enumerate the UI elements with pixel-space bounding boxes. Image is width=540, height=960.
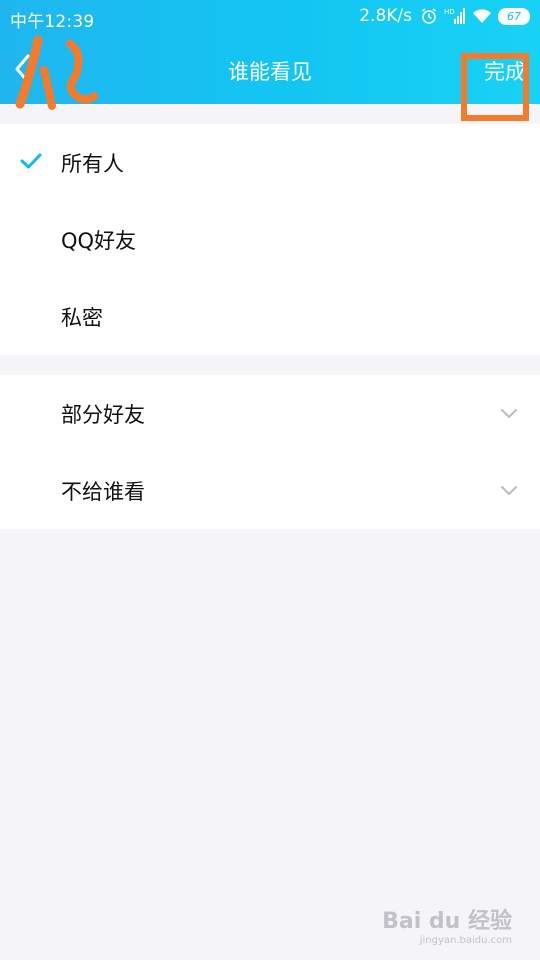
option-label: 部分好友	[61, 402, 145, 427]
option-everyone[interactable]: 所有人	[0, 124, 540, 201]
battery-icon: 67	[498, 7, 530, 25]
watermark-brand: Bai du 经验	[382, 909, 512, 934]
app-header: 中午12:39 2.8K/s HD 67 谁能看见 完成	[0, 0, 540, 104]
watermark-url: jingyan.baidu.com	[419, 935, 512, 946]
option-qq-friends[interactable]: QQ好友	[0, 201, 540, 278]
option-label: QQ好友	[61, 228, 137, 253]
option-hide-from[interactable]: 不给谁看	[0, 452, 540, 529]
option-label: 所有人	[61, 151, 124, 176]
option-private[interactable]: 私密	[0, 278, 540, 355]
page-title: 谁能看见	[228, 60, 312, 84]
nav-bar: 谁能看见 完成	[0, 36, 540, 104]
done-button[interactable]: 完成	[484, 56, 526, 86]
battery-level: 67	[507, 9, 521, 23]
chevron-down-icon	[501, 409, 517, 418]
group-section: 部分好友 不给谁看	[0, 375, 540, 529]
option-label: 私密	[61, 305, 103, 330]
svg-text:HD: HD	[444, 8, 455, 16]
option-some-friends[interactable]: 部分好友	[0, 375, 540, 452]
alarm-icon	[422, 8, 436, 24]
wifi-icon	[473, 9, 491, 23]
watermark: Bai du 经验 jingyan.baidu.com	[382, 911, 512, 946]
signal-icon: HD	[444, 8, 465, 24]
status-bar: 中午12:39 2.8K/s HD 67	[0, 0, 540, 36]
option-label: 不给谁看	[61, 479, 145, 504]
visibility-section: 所有人 QQ好友 私密	[0, 124, 540, 355]
check-icon	[20, 153, 42, 169]
status-right: 2.8K/s HD 67	[359, 6, 530, 26]
net-speed: 2.8K/s	[359, 6, 412, 26]
status-time: 中午12:39	[10, 12, 95, 32]
chevron-down-icon	[501, 486, 517, 495]
